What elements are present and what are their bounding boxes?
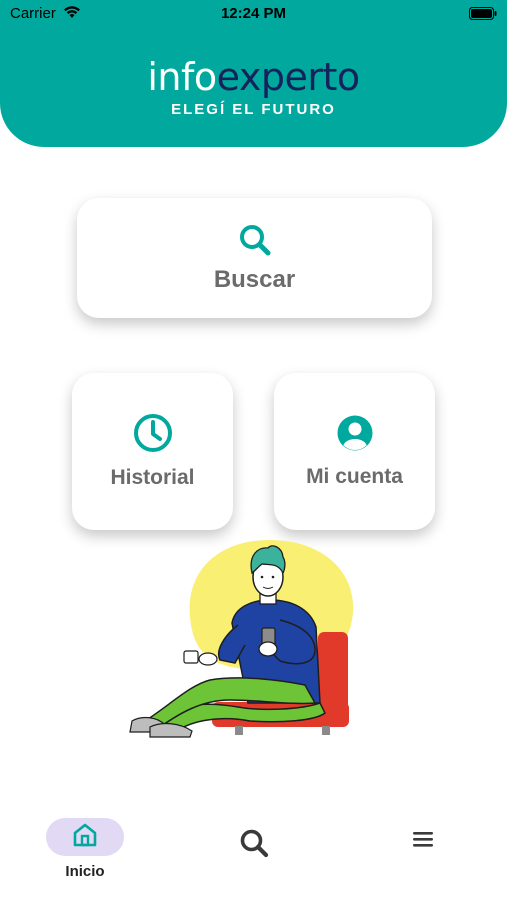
history-card-label: Historial (110, 466, 195, 489)
search-card-label: Buscar (213, 265, 296, 293)
home-icon (72, 822, 98, 853)
tagline: ELEGÍ EL FUTURO (171, 101, 336, 118)
logo-text-info: info (147, 55, 217, 99)
person-on-couch-illustration (120, 535, 380, 745)
history-card-button[interactable]: Historial (72, 373, 233, 530)
nav-home-label: Inicio (65, 863, 105, 880)
logo-text-experto: experto (216, 55, 360, 99)
status-bar: Carrier 12:24 PM (0, 0, 507, 28)
clock-icon (133, 413, 173, 458)
account-card-button[interactable]: Mi cuenta (274, 373, 435, 530)
bottom-navigation: Inicio (0, 800, 507, 900)
nav-menu-tab[interactable] (405, 830, 441, 853)
account-card-label: Mi cuenta (306, 465, 403, 488)
nav-home-active-pill (46, 818, 124, 856)
nav-home-tab[interactable]: Inicio (46, 818, 124, 880)
nav-search-tab[interactable] (234, 828, 274, 863)
search-card-button[interactable]: Buscar (77, 198, 432, 318)
app-logo: infoexperto (0, 55, 507, 99)
battery-icon (469, 7, 497, 24)
user-icon (336, 414, 374, 457)
search-icon (238, 223, 272, 262)
clock-time: 12:24 PM (220, 5, 287, 22)
hamburger-menu-icon (412, 830, 434, 853)
search-icon (239, 828, 269, 863)
